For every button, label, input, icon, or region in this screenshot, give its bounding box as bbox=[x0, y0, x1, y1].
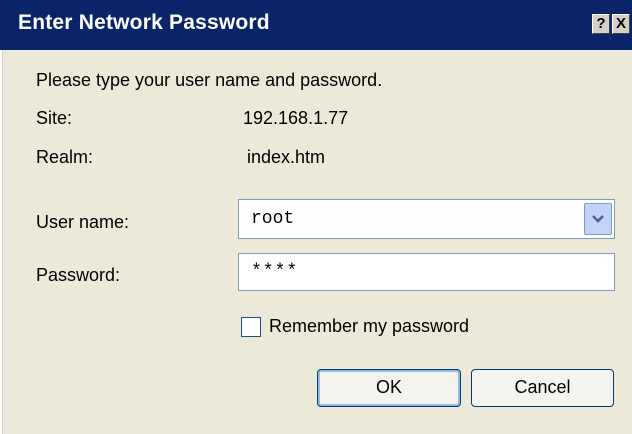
dialog-title: Enter Network Password bbox=[18, 11, 270, 34]
username-dropdown-button[interactable] bbox=[584, 203, 612, 235]
site-value: 192.168.1.77 bbox=[243, 108, 349, 128]
realm-label: Realm: bbox=[36, 147, 94, 167]
help-icon: ? bbox=[596, 15, 606, 32]
prompt-text: Please type your user name and password. bbox=[36, 70, 383, 90]
network-password-dialog: Enter Network Password ? X Please type y… bbox=[0, 0, 632, 434]
cancel-button[interactable]: Cancel bbox=[471, 369, 614, 407]
username-value[interactable]: root bbox=[251, 209, 294, 229]
username-label: User name: bbox=[36, 212, 130, 232]
site-label: Site: bbox=[36, 108, 73, 128]
close-button[interactable]: X bbox=[612, 14, 630, 34]
chevron-down-icon bbox=[592, 215, 604, 223]
username-combobox[interactable]: root bbox=[238, 199, 615, 239]
help-button[interactable]: ? bbox=[592, 14, 610, 34]
close-icon: X bbox=[615, 15, 626, 32]
ok-button[interactable]: OK bbox=[317, 369, 461, 407]
window-edge bbox=[0, 50, 3, 434]
remember-password-checkbox[interactable] bbox=[241, 317, 261, 337]
title-bar[interactable]: Enter Network Password ? X bbox=[0, 0, 632, 50]
realm-value: index.htm bbox=[247, 147, 326, 167]
remember-password-label[interactable]: Remember my password bbox=[269, 316, 469, 337]
password-value: **** bbox=[251, 262, 299, 282]
password-label: Password: bbox=[36, 265, 121, 285]
password-input[interactable]: **** bbox=[238, 253, 615, 291]
